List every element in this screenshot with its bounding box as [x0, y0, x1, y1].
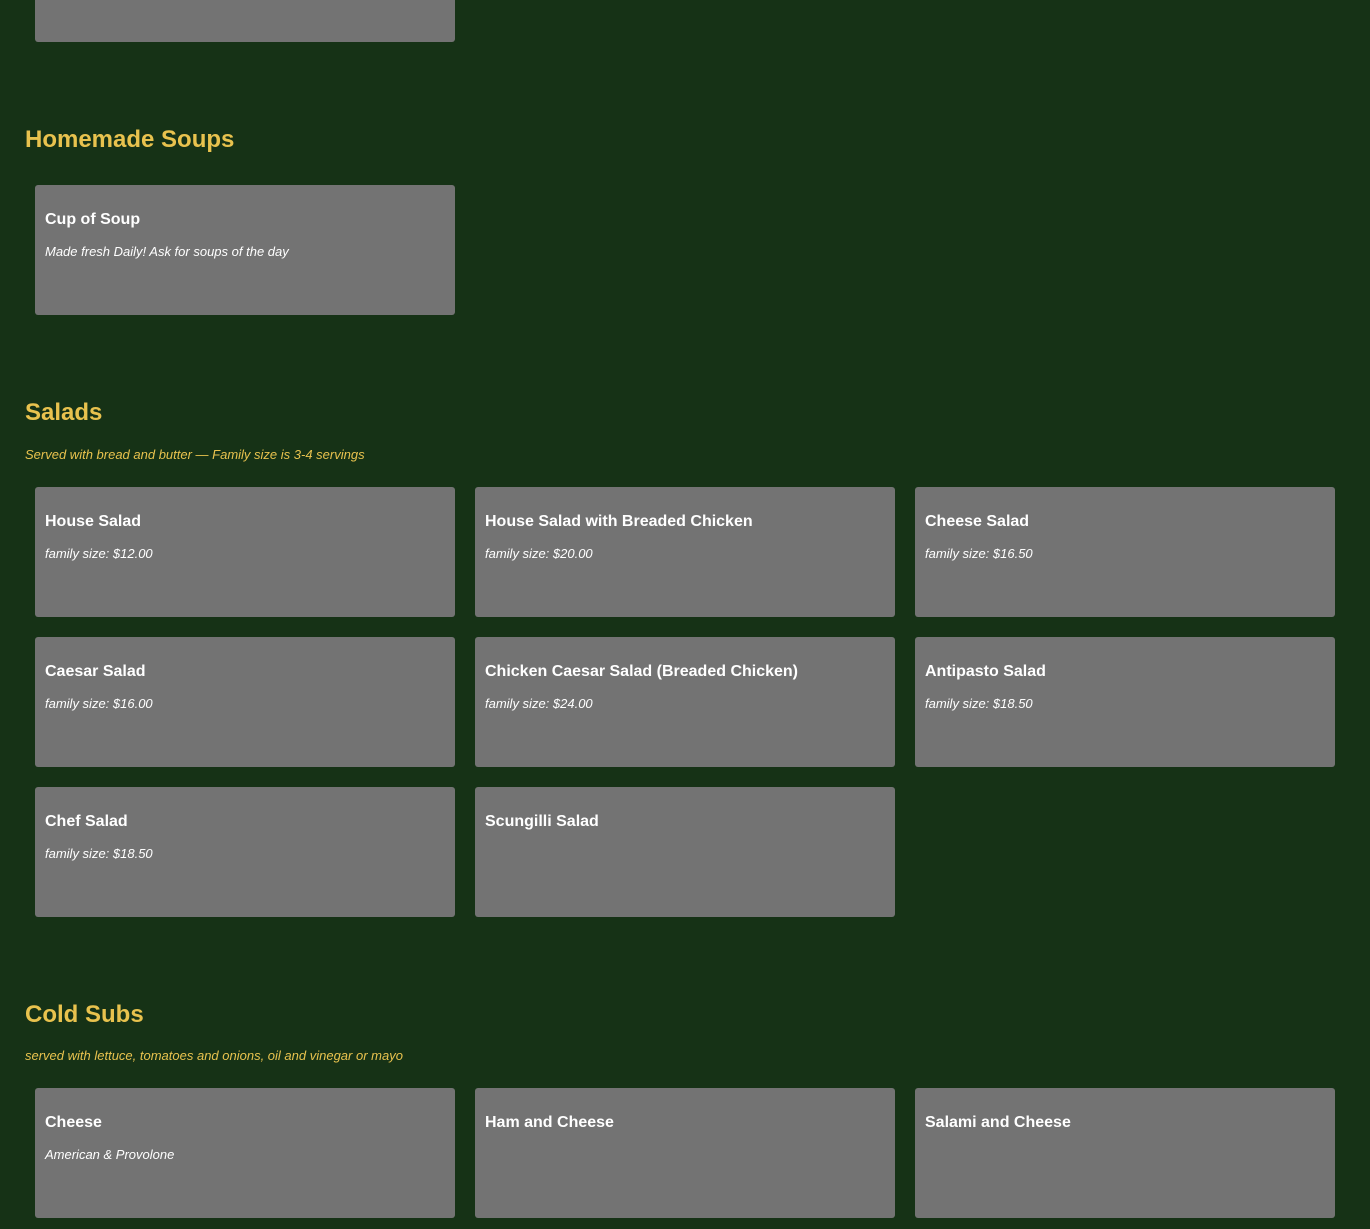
menu-item-card[interactable]: Cup of Soup Made fresh Daily! Ask for so… — [35, 185, 455, 315]
menu-item-name: Cheese — [45, 1114, 102, 1131]
menu-item-card[interactable]: Cheese Salad family size: $16.50 — [915, 487, 1335, 617]
menu-item-desc: family size: $24.00 — [485, 696, 593, 711]
menu-item-name: Cheese Salad — [925, 513, 1030, 530]
menu-item-name: Scungilli Salad — [485, 813, 599, 830]
menu-item-desc: family size: $18.50 — [925, 696, 1033, 711]
menu-item-card[interactable]: Antipasto Salad family size: $18.50 — [915, 637, 1335, 767]
section-title-soups: Homemade Soups — [25, 126, 235, 153]
menu-item-desc: family size: $18.50 — [45, 846, 153, 861]
menu-item-desc: family size: $16.50 — [925, 546, 1033, 561]
menu-item-card[interactable]: Ham and Cheese — [475, 1088, 895, 1218]
menu-item-card[interactable]: Cheese American & Provolone — [35, 1088, 455, 1218]
menu-item-desc: American & Provolone — [45, 1147, 175, 1162]
section-title-cold-subs: Cold Subs — [25, 1001, 144, 1028]
menu-item-card-partial[interactable] — [35, 0, 455, 42]
menu-item-name: Chef Salad — [45, 813, 128, 830]
menu-item-card[interactable]: Salami and Cheese — [915, 1088, 1335, 1218]
menu-item-desc: family size: $16.00 — [45, 696, 153, 711]
menu-page: Homemade Soups Cup of Soup Made fresh Da… — [0, 0, 1370, 1229]
menu-item-card[interactable]: Chef Salad family size: $18.50 — [35, 787, 455, 917]
menu-item-desc: family size: $12.00 — [45, 546, 153, 561]
section-title-salads: Salads — [25, 399, 103, 426]
menu-item-name: Cup of Soup — [45, 211, 141, 228]
menu-item-name: Ham and Cheese — [485, 1114, 614, 1131]
section-note-salads: Served with bread and butter — Family si… — [25, 447, 365, 462]
menu-item-desc: Made fresh Daily! Ask for soups of the d… — [45, 244, 289, 259]
menu-item-card[interactable]: Caesar Salad family size: $16.00 — [35, 637, 455, 767]
menu-item-card[interactable]: House Salad with Breaded Chicken family … — [475, 487, 895, 617]
menu-item-card[interactable]: Scungilli Salad — [475, 787, 895, 917]
menu-item-card[interactable]: House Salad family size: $12.00 — [35, 487, 455, 617]
section-note-cold-subs: served with lettuce, tomatoes and onions… — [25, 1048, 403, 1063]
menu-item-desc: family size: $20.00 — [485, 546, 593, 561]
menu-item-name: Chicken Caesar Salad (Breaded Chicken) — [485, 663, 799, 680]
menu-item-name: House Salad with Breaded Chicken — [485, 513, 753, 530]
menu-item-name: Antipasto Salad — [925, 663, 1046, 680]
menu-item-name: House Salad — [45, 513, 142, 530]
menu-item-card[interactable]: Chicken Caesar Salad (Breaded Chicken) f… — [475, 637, 895, 767]
menu-item-name: Caesar Salad — [45, 663, 146, 680]
menu-item-name: Salami and Cheese — [925, 1114, 1071, 1131]
